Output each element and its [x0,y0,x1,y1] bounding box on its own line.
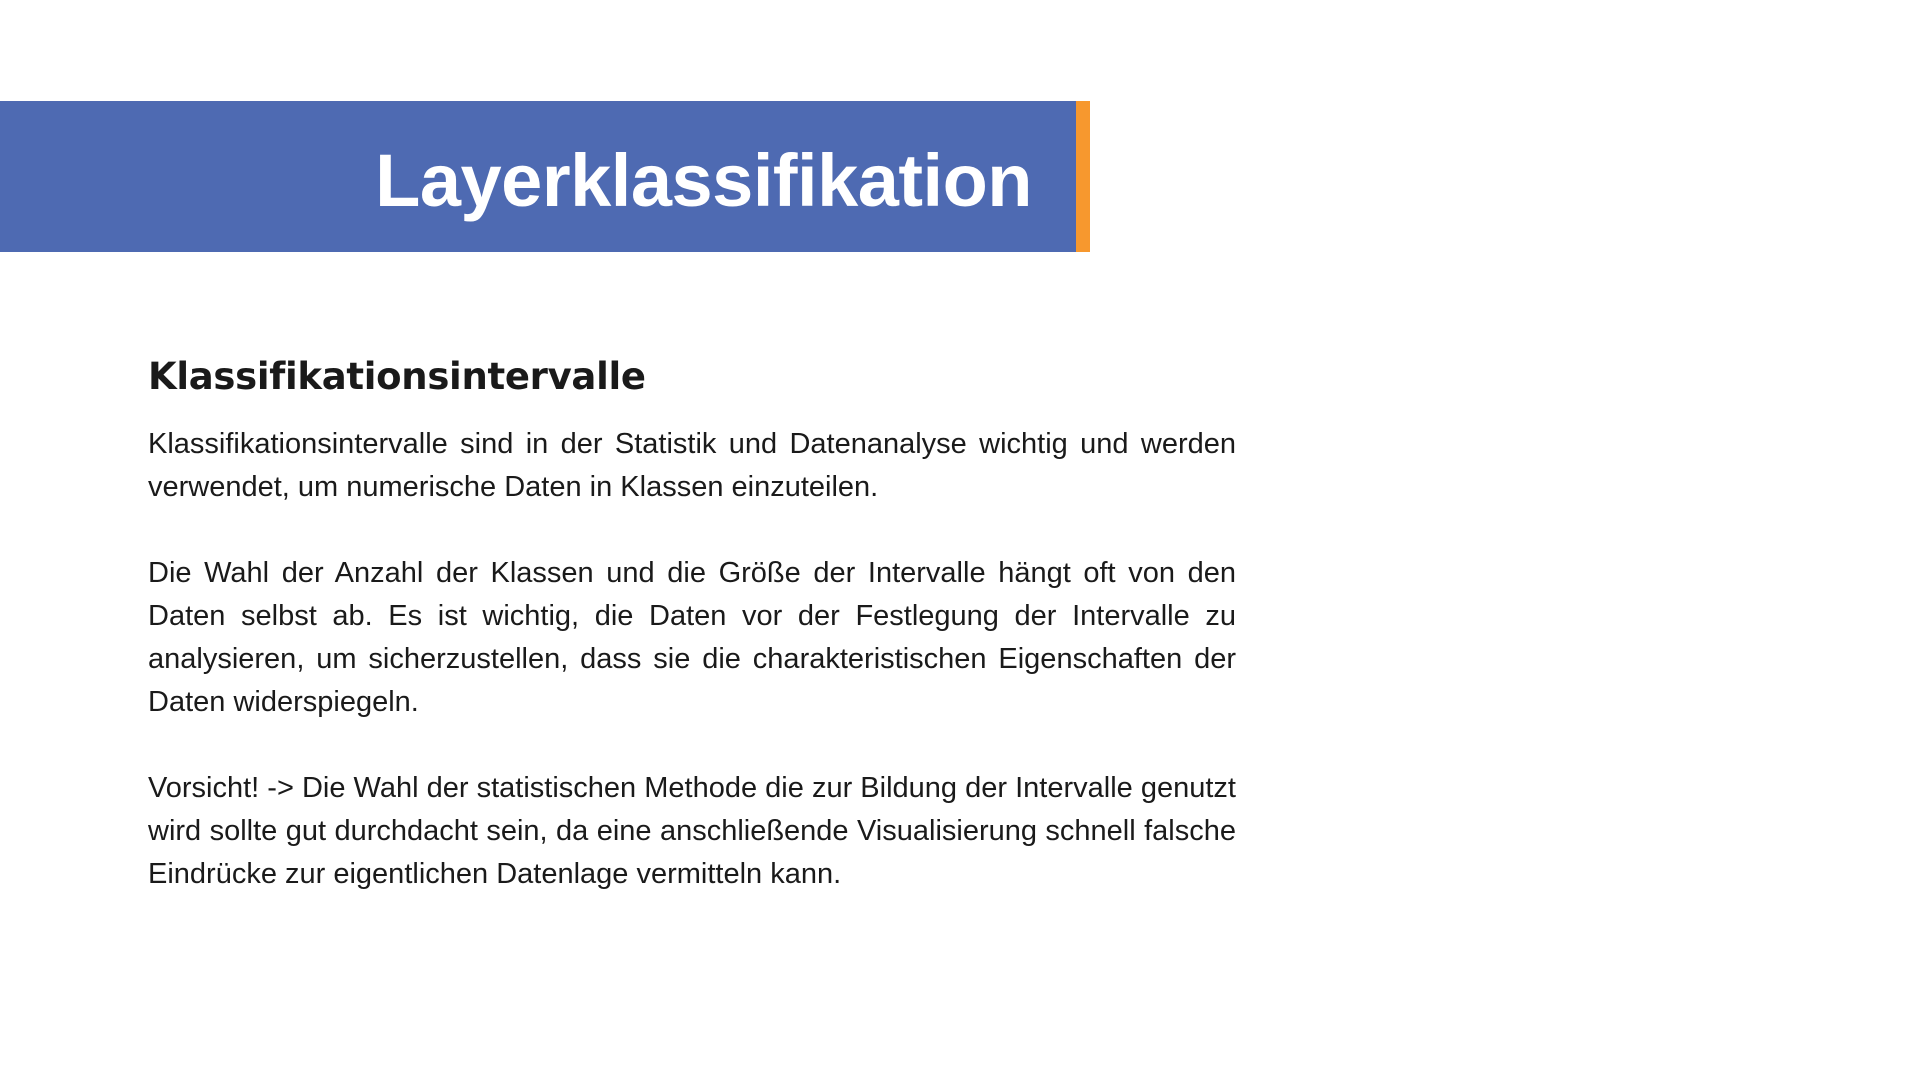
paragraph-interval-choice: Die Wahl der Anzahl der Klassen und die … [148,556,1236,718]
slide-title: Layerklassifikation [375,138,1032,222]
title-banner: Layerklassifikation [0,101,1076,252]
section-heading: Klassifikationsintervalle [148,355,646,398]
paragraph-warning: Vorsicht! -> Die Wahl der statistischen … [148,771,1236,890]
title-accent-bar [1076,101,1090,252]
content-area: Klassifikationsintervalle Klassifikation… [148,355,1236,939]
slide: Layerklassifikation Klassifikationsinter… [0,0,1920,1080]
paragraph-intro: Klassifikationsintervalle sind in der St… [148,427,1236,503]
